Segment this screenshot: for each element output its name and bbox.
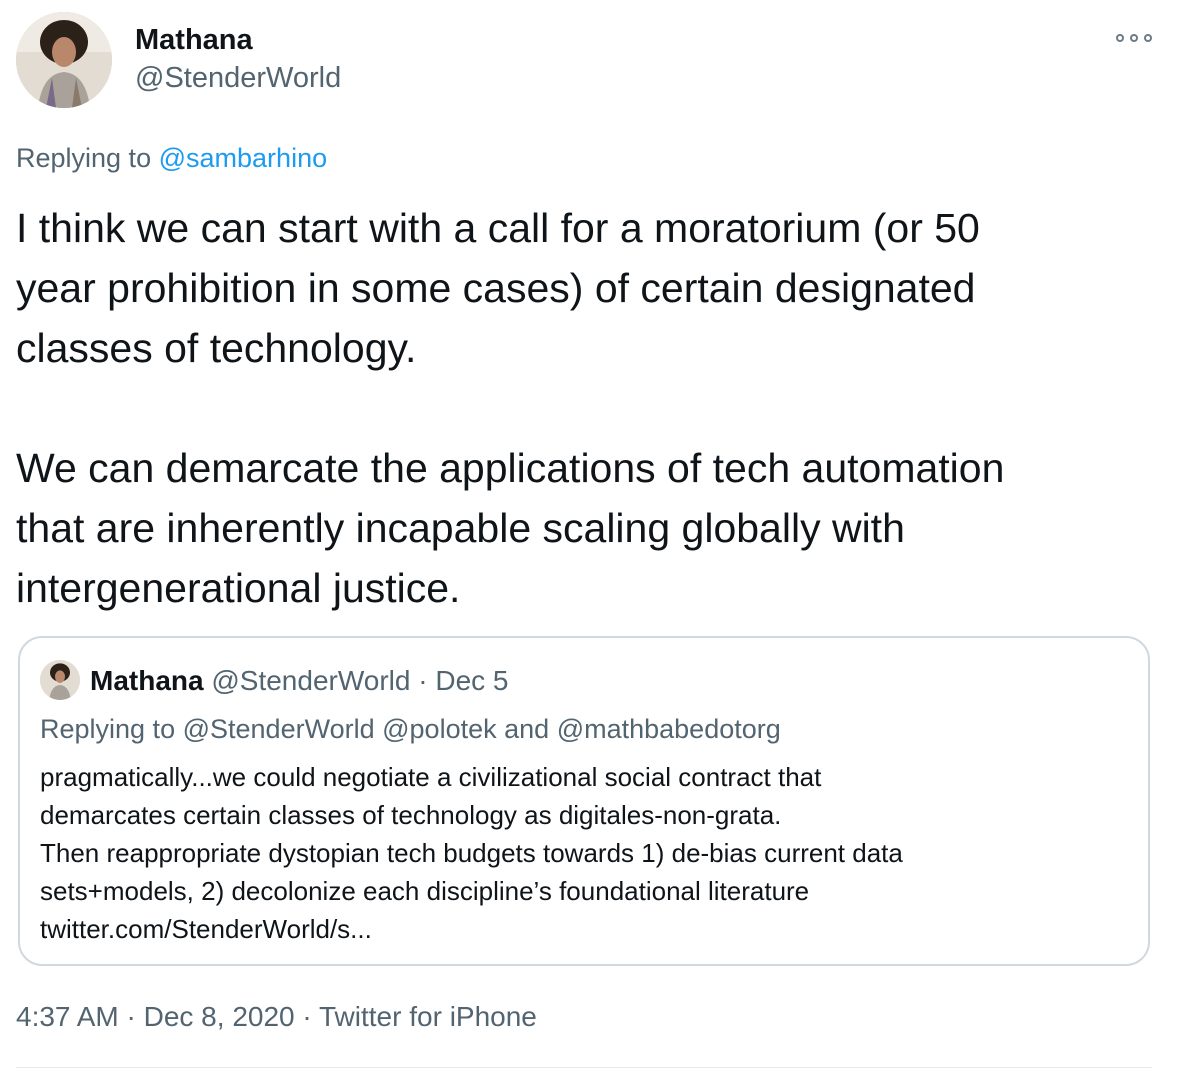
- quoted-replying-handle: @polotek: [382, 714, 497, 744]
- tweet-text-line: intergenerational justice.: [16, 565, 461, 611]
- quoted-replying-to: Replying to @StenderWorld @polotek and @…: [40, 712, 781, 746]
- more-dot: [1116, 34, 1124, 42]
- tweet-text-line: We can demarcate the applications of tec…: [16, 445, 1005, 491]
- quoted-text-line: Then reappropriate dystopian tech budget…: [40, 838, 903, 868]
- quoted-replying-and: and: [504, 714, 550, 744]
- quoted-text: pragmatically...we could negotiate a civ…: [40, 758, 1140, 948]
- quoted-text-line: demarcates certain classes of technology…: [40, 800, 782, 830]
- quoted-author-handle: @StenderWorld: [211, 665, 411, 696]
- more-options-icon[interactable]: [1116, 26, 1152, 50]
- author-name[interactable]: Mathana: [135, 24, 253, 56]
- more-dot: [1144, 34, 1152, 42]
- quoted-link: twitter.com/StenderWorld/s...: [40, 914, 372, 944]
- quoted-tweet[interactable]: Mathana @StenderWorld · Dec 5 Replying t…: [18, 636, 1150, 966]
- quoted-replying-prefix: Replying to: [40, 714, 176, 744]
- tweet-text-line: classes of technology.: [16, 325, 417, 371]
- quoted-date: · Dec 5: [418, 665, 509, 696]
- tweet-text-line: year prohibition in some cases) of certa…: [16, 265, 976, 311]
- replying-to-link[interactable]: @sambarhino: [159, 143, 328, 173]
- tweet-source[interactable]: Twitter for iPhone: [319, 1001, 537, 1032]
- quoted-replying-handle: @mathbabedotorg: [556, 714, 781, 744]
- quoted-text-line: pragmatically...we could negotiate a civ…: [40, 762, 822, 792]
- quoted-author-name: Mathana: [90, 665, 204, 696]
- tweet-footer: 4:37 AM · Dec 8, 2020 · Twitter for iPho…: [16, 999, 537, 1035]
- author-avatar[interactable]: [16, 12, 112, 108]
- more-dot: [1130, 34, 1138, 42]
- quoted-replying-handle: @StenderWorld: [182, 714, 375, 744]
- quoted-author-avatar: [40, 660, 80, 700]
- footer-separator: ·: [302, 1001, 312, 1032]
- tweet-text: I think we can start with a call for a m…: [16, 198, 1166, 618]
- replying-to: Replying to @sambarhino: [16, 142, 327, 174]
- replying-prefix: Replying to: [16, 143, 152, 173]
- quoted-header: Mathana @StenderWorld · Dec 5: [90, 664, 509, 698]
- divider: [16, 1067, 1152, 1068]
- author-handle[interactable]: @StenderWorld: [135, 62, 341, 94]
- tweet-text-line: I think we can start with a call for a m…: [16, 205, 980, 251]
- quoted-text-line: sets+models, 2) decolonize each discipli…: [40, 876, 810, 906]
- tweet-text-line: that are inherently incapable scaling gl…: [16, 505, 905, 551]
- tweet-timestamp[interactable]: 4:37 AM · Dec 8, 2020: [16, 1001, 295, 1032]
